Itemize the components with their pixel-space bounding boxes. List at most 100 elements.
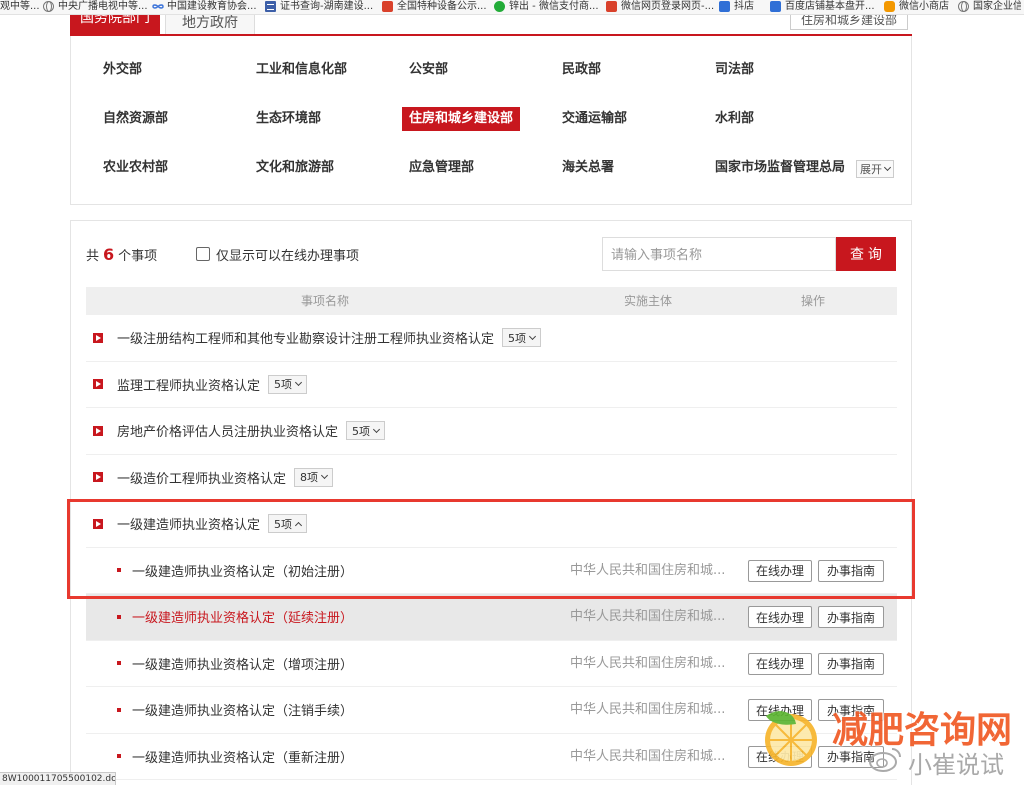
bookmark-item[interactable]: 百度店铺基本盘开... [770,0,875,13]
department-item[interactable]: 国家市场监督管理总局 [715,156,845,180]
subitem-count-toggle[interactable]: 8项 [294,467,334,487]
bookmark-item[interactable]: 证书查询-湖南建设... [265,0,373,13]
bookmark-label: 锌出 - 微信支付商... [509,1,599,12]
service-guide-button[interactable]: 办事指南 [818,606,884,628]
bookmark-label: 中国建设教育协会... [167,1,257,12]
service-guide-button[interactable]: 办事指南 [818,559,884,582]
bullet-dot-icon [117,614,121,619]
department-item[interactable]: 自然资源部 [103,107,168,131]
department-item[interactable]: 外交部 [103,58,142,82]
bookmark-label: 全国特种设备公示... [397,1,487,12]
table-row-expanded[interactable]: 一级建造师执业资格认定 5项 [86,501,897,548]
arrow-bullet-icon [93,425,103,436]
department-item[interactable]: 文化和旅游部 [256,156,334,180]
arrow-bullet-icon [93,518,103,529]
item-name[interactable]: 房地产价格评估人员注册执业资格认定 [117,421,338,440]
subitem-count-toggle[interactable]: 5项 [346,421,386,441]
chevron-down-icon [372,425,381,433]
online-only-filter[interactable]: 仅显示可以在线办理事项 [196,246,360,264]
document-icon [265,1,276,12]
subitem-name[interactable]: 一级建造师执业资格认定（重新注册） [132,747,353,766]
result-count: 共 6 个事项 [86,245,157,264]
subitem-name[interactable]: 一级建造师执业资格认定（增项注册） [132,654,353,673]
item-name[interactable]: 一级注册结构工程师和其他专业勘察设计注册工程师执业资格认定 [117,328,494,347]
online-only-label: 仅显示可以在线办理事项 [216,248,360,264]
infinity-icon [152,1,164,12]
bookmarks-bar: 观中等... 中央广播电视中等... 中国建设教育协会... 证书查询-湖南建设… [0,0,1024,15]
bookmark-label: 国家企业信... [973,1,1021,12]
chevron-down-icon [320,472,329,480]
subitem-row[interactable]: 一级建造师执业资格认定（初始注册） 中华人民共和国住房和城... 在线办理 办事… [86,548,897,594]
column-header-actions: 操作 [800,294,825,308]
site-icon [719,1,730,12]
item-name[interactable]: 一级造价工程师执业资格认定 [117,468,286,487]
online-only-checkbox[interactable] [196,247,210,261]
bookmark-label: 观中等... [0,1,40,12]
subitem-name[interactable]: 一级建造师执业资格认定（初始注册） [132,561,353,580]
subitem-count-toggle[interactable]: 5项 [268,374,308,394]
subitem-count: 5项 [352,424,371,438]
department-item[interactable]: 工业和信息化部 [256,58,347,82]
implementing-body: 中华人民共和国住房和城... [570,562,726,578]
expand-label: 展开 [860,163,882,176]
chevron-down-icon [528,332,537,340]
department-item[interactable]: 水利部 [715,107,754,131]
table-row[interactable]: 一级注册结构工程师和其他专业勘察设计注册工程师执业资格认定 5项 [86,315,897,362]
online-apply-button[interactable]: 在线办理 [748,652,812,675]
bookmark-item[interactable]: 中国建设教育协会... [152,0,257,13]
implementing-body: 中华人民共和国住房和城... [570,702,726,717]
bookmark-item[interactable]: 微信网页登录网页-... [606,0,714,13]
arrow-bullet-icon [93,379,103,390]
subitem-row-hovered[interactable]: 一级建造师执业资格认定（延续注册） 中华人民共和国住房和城... 在线办理 办事… [86,594,897,641]
department-item[interactable]: 交通运输部 [562,107,627,131]
watermark-logo-icon [760,706,822,768]
subitem-count-toggle[interactable]: 5项 [268,514,308,534]
table-row[interactable]: 监理工程师执业资格认定 5项 [86,362,897,408]
department-item[interactable]: 生态环境部 [256,107,321,131]
bullet-dot-icon [117,661,121,666]
bookmark-item[interactable]: 锌出 - 微信支付商... [494,0,599,13]
department-item[interactable]: 民政部 [562,58,601,82]
bookmark-item[interactable]: 全国特种设备公示... [382,0,487,13]
bookmark-label: 微信小商店 [899,1,949,12]
bullet-dot-icon [117,707,121,712]
subitem-name[interactable]: 一级建造师执业资格认定（注销手续） [132,700,353,719]
site-icon [606,1,617,12]
shop-icon [884,1,895,12]
search-input[interactable] [602,237,836,271]
department-item[interactable]: 司法部 [715,58,754,82]
subitem-count: 5项 [508,331,527,345]
service-guide-button[interactable]: 办事指南 [818,652,884,675]
online-apply-button[interactable]: 在线办理 [748,606,812,628]
table-row[interactable]: 房地产价格评估人员注册执业资格认定 5项 [86,408,897,455]
online-apply-button[interactable]: 在线办理 [748,559,812,582]
subitem-count-toggle[interactable]: 5项 [502,328,542,348]
bookmark-item[interactable]: 抖店 [719,0,754,13]
expand-departments-button[interactable]: 展开 [856,160,894,178]
bookmark-item[interactable]: 微信小商店 [884,0,949,13]
subitem-name[interactable]: 一级建造师执业资格认定（延续注册） [132,607,353,626]
site-icon [770,1,781,12]
wechat-pay-icon [494,1,505,12]
subitem-count: 5项 [274,517,293,531]
subitem-row[interactable]: 一级建造师执业资格认定（增项注册） 中华人民共和国住房和城... 在线办理 办事… [86,641,897,687]
bookmark-item[interactable]: 国家企业信... [958,0,1021,13]
item-name[interactable]: 一级建造师执业资格认定 [117,514,260,533]
bookmark-item[interactable]: 中央广播电视中等... [43,0,148,13]
department-panel: 外交部 工业和信息化部 公安部 民政部 司法部 自然资源部 生态环境部 住房和城… [70,36,912,205]
watermark-author: 小崔说试 [868,748,1004,779]
department-item[interactable]: 应急管理部 [409,156,474,180]
item-name[interactable]: 监理工程师执业资格认定 [117,375,260,394]
chevron-down-icon [883,163,892,172]
bookmark-item[interactable]: 观中等... [0,0,40,13]
search-button[interactable]: 查 询 [836,237,896,271]
department-item[interactable]: 海关总署 [562,156,614,180]
table-row[interactable]: 一级造价工程师执业资格认定 8项 [86,455,897,501]
bookmark-label: 中央广播电视中等... [58,1,148,12]
department-item[interactable]: 农业农村部 [103,156,168,180]
department-item-selected[interactable]: 住房和城乡建设部 [402,107,521,131]
bookmark-label: 证书查询-湖南建设... [280,1,374,12]
status-bar-url: 8W100011705500102.do [0,772,116,785]
department-item[interactable]: 公安部 [409,58,448,82]
chevron-up-icon [294,521,303,529]
